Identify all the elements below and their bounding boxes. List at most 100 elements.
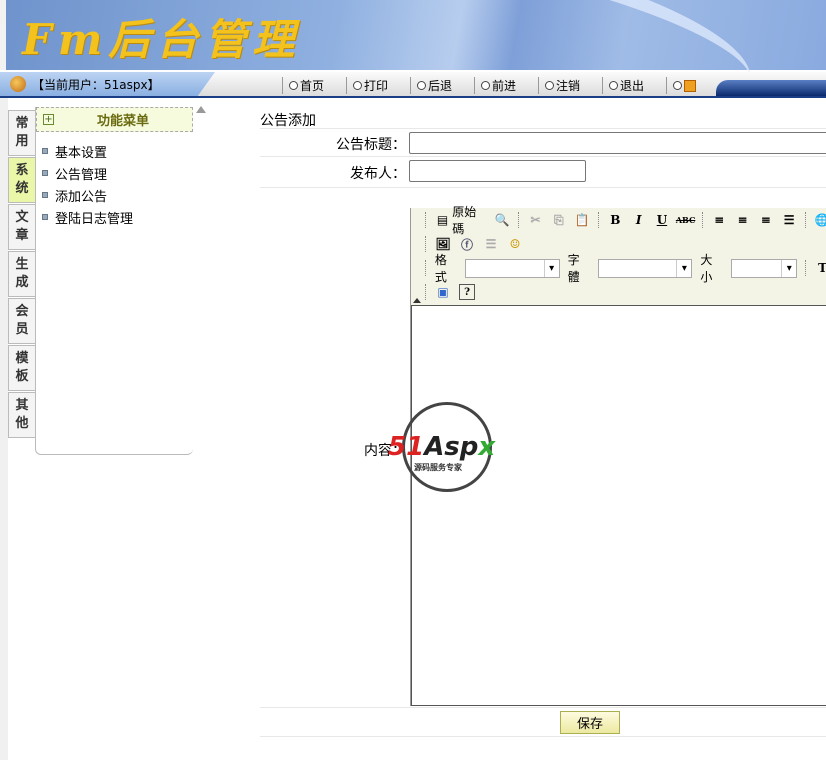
justify-icon[interactable]: ☰ bbox=[781, 212, 796, 228]
sidebar-tab[interactable]: 文章 bbox=[8, 204, 35, 250]
italic-icon[interactable]: I bbox=[631, 212, 646, 228]
menu-header[interactable]: + 功能菜单 bbox=[36, 107, 193, 132]
image-icon[interactable]: 🖼 bbox=[435, 236, 451, 252]
author-row: 发布人： bbox=[260, 157, 826, 188]
circle-icon bbox=[417, 81, 426, 90]
format-select[interactable] bbox=[465, 258, 560, 278]
font-select[interactable] bbox=[597, 258, 693, 278]
menu-item[interactable]: 公告管理 bbox=[36, 162, 193, 184]
scroll-up-arrow[interactable] bbox=[196, 106, 206, 113]
tab-char: 用 bbox=[15, 134, 29, 149]
copy-icon[interactable]: ⎘ bbox=[551, 212, 566, 228]
tab-char: 系 bbox=[15, 163, 29, 178]
nav-home[interactable]: 首页 bbox=[282, 77, 346, 94]
tab-char: 统 bbox=[15, 181, 29, 196]
horizontal-rule-icon[interactable]: ☰ bbox=[483, 236, 499, 252]
nav-label: 后退 bbox=[428, 79, 453, 93]
source-label: 原始碼 bbox=[452, 205, 477, 236]
font-label: 字體 bbox=[567, 253, 580, 284]
cut-icon[interactable]: ✂ bbox=[528, 212, 543, 228]
smiley-icon[interactable]: ☺ bbox=[507, 236, 523, 252]
menu-item-label: 基本设置 bbox=[55, 145, 108, 161]
tab-char: 员 bbox=[15, 322, 29, 337]
circle-icon bbox=[289, 81, 298, 90]
fullscreen-icon[interactable]: ▣ bbox=[435, 284, 451, 300]
function-menu: + 功能菜单 基本设置公告管理添加公告登陆日志管理 bbox=[35, 107, 193, 455]
bullet-icon bbox=[42, 214, 48, 220]
menu-item-label: 公告管理 bbox=[55, 167, 108, 183]
tab-char: 成 bbox=[15, 275, 29, 290]
menu-item[interactable]: 登陆日志管理 bbox=[36, 206, 193, 228]
source-icon: ▤ bbox=[436, 213, 449, 227]
menu-item[interactable]: 添加公告 bbox=[36, 184, 193, 206]
strikethrough-icon[interactable]: ABC bbox=[676, 212, 695, 228]
bold-icon[interactable]: B bbox=[608, 212, 623, 228]
sidebar-tabs: 常用系统文章生成会员模板其他 bbox=[8, 110, 36, 439]
nav-top[interactable] bbox=[666, 77, 696, 94]
watermark-logo: 51Aspx 源码服务专家 bbox=[388, 402, 518, 494]
nav-logout[interactable]: 注销 bbox=[538, 77, 602, 94]
logo: Fm后台管理 bbox=[22, 15, 301, 64]
menu-item[interactable]: 基本设置 bbox=[36, 140, 193, 162]
divider bbox=[260, 736, 826, 737]
author-input[interactable] bbox=[409, 160, 586, 182]
editor-content-area[interactable] bbox=[411, 305, 826, 706]
tab-char: 生 bbox=[15, 257, 29, 272]
paste-icon[interactable]: 📋 bbox=[574, 212, 590, 228]
nav-print[interactable]: 打印 bbox=[346, 77, 410, 94]
header-banner: Fm后台管理 bbox=[0, 0, 826, 140]
sidebar-tab[interactable]: 系统 bbox=[8, 157, 35, 203]
expand-icon[interactable]: + bbox=[43, 114, 54, 125]
circle-icon bbox=[353, 81, 362, 90]
navbar-decoration bbox=[716, 80, 826, 96]
format-label: 格式 bbox=[434, 253, 447, 284]
collapse-toolbar-icon[interactable] bbox=[413, 298, 421, 303]
tab-char: 模 bbox=[15, 351, 29, 366]
align-left-icon[interactable]: ≡ bbox=[712, 212, 727, 228]
sidebar-tab[interactable]: 会员 bbox=[8, 298, 35, 344]
tab-char: 常 bbox=[15, 116, 29, 131]
nav-exit[interactable]: 退出 bbox=[602, 77, 666, 94]
text-color-icon[interactable]: T bbox=[815, 260, 826, 276]
bullet-icon bbox=[42, 148, 48, 154]
tab-char: 章 bbox=[15, 228, 29, 243]
help-icon[interactable]: ? bbox=[459, 284, 475, 300]
current-user: 【当前用户：51aspx】 bbox=[0, 72, 215, 96]
watermark-slogan: 源码服务专家 bbox=[414, 463, 462, 472]
tab-char: 其 bbox=[15, 398, 29, 413]
link-icon[interactable]: 🌐 bbox=[815, 212, 826, 228]
nav-label: 注销 bbox=[556, 79, 581, 93]
sidebar-tab[interactable]: 生成 bbox=[8, 251, 35, 297]
tab-char: 会 bbox=[15, 304, 29, 319]
title-label: 公告标题： bbox=[336, 137, 406, 153]
title-input[interactable] bbox=[409, 132, 826, 154]
preview-icon[interactable]: 🔍 bbox=[495, 212, 510, 228]
circle-icon bbox=[609, 81, 618, 90]
nav-label: 首页 bbox=[300, 79, 325, 93]
menu-item-label: 添加公告 bbox=[55, 189, 108, 205]
sidebar-tab[interactable]: 其他 bbox=[8, 392, 35, 438]
menu-title: 功能菜单 bbox=[96, 114, 149, 129]
nav-back[interactable]: 后退 bbox=[410, 77, 474, 94]
nav-label: 退出 bbox=[620, 79, 645, 93]
banner-decoration bbox=[327, 0, 765, 140]
menu-item-label: 登陆日志管理 bbox=[55, 211, 134, 227]
sidebar-tab[interactable]: 常用 bbox=[8, 110, 35, 156]
top-navbar: 【当前用户：51aspx】 首页 打印 后退 前进 注销 退出 bbox=[0, 72, 826, 98]
source-button[interactable]: ▤ 原始碼 bbox=[435, 203, 487, 237]
flash-icon[interactable]: ⓕ bbox=[459, 236, 475, 252]
size-label: 大小 bbox=[700, 253, 713, 284]
align-center-icon[interactable]: ≡ bbox=[735, 212, 750, 228]
save-button[interactable]: 保存 bbox=[560, 711, 620, 734]
circle-icon bbox=[545, 81, 554, 90]
nav-forward[interactable]: 前进 bbox=[474, 77, 538, 94]
bullet-icon bbox=[42, 192, 48, 198]
editor-toolbar: ▤ 原始碼 🔍 ✂ ⎘ 📋 B I U ABC ≡ ≡ ≡ ☰ 🌐 🖼 ⓕ ☰ ☺… bbox=[411, 205, 826, 305]
tab-char: 他 bbox=[15, 416, 29, 431]
size-select[interactable] bbox=[730, 258, 798, 278]
page-title: 公告添加 bbox=[260, 113, 316, 129]
watermark-brand: 51Aspx bbox=[388, 432, 496, 462]
underline-icon[interactable]: U bbox=[654, 212, 669, 228]
sidebar-tab[interactable]: 模板 bbox=[8, 345, 35, 391]
align-right-icon[interactable]: ≡ bbox=[758, 212, 773, 228]
